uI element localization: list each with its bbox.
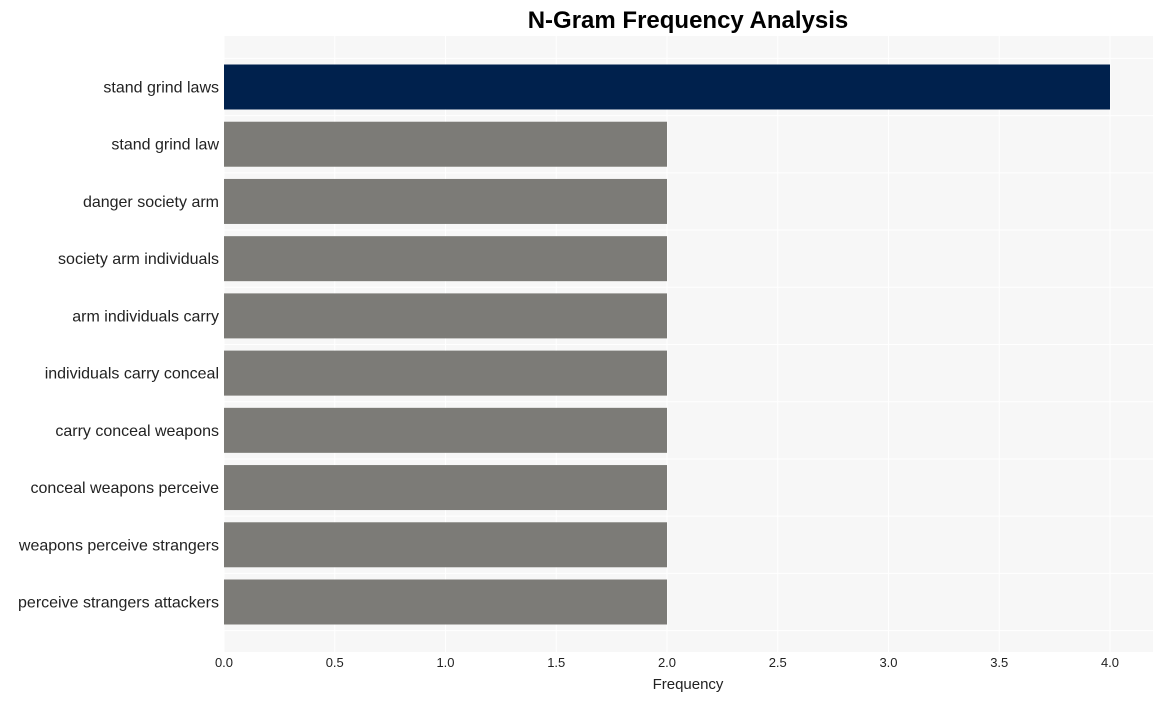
x-tick-label-4: 2.0 xyxy=(658,655,676,670)
x-tick-label-2: 1.0 xyxy=(436,655,454,670)
y-tick-label-8: weapons perceive strangers xyxy=(18,537,219,554)
y-tick-label-2: danger society arm xyxy=(83,194,219,211)
y-axis-labels: stand grind laws stand grind law danger so… xyxy=(18,80,220,612)
bar-7 xyxy=(224,465,667,511)
x-tick-label-5: 2.5 xyxy=(769,655,787,670)
x-tick-label-7: 3.5 xyxy=(990,655,1008,670)
x-axis-title: Frequency xyxy=(653,676,724,693)
bar-4 xyxy=(224,293,667,339)
y-tick-label-9: perceive strangers attackers xyxy=(18,595,219,612)
y-tick-label-3: society arm individuals xyxy=(58,251,219,268)
y-tick-label-6: carry conceal weapons xyxy=(55,423,219,440)
y-tick-label-5: individuals carry conceal xyxy=(45,366,219,383)
y-tick-label-7: conceal weapons perceive xyxy=(30,480,219,497)
bar-8 xyxy=(224,522,667,568)
y-tick-label-0: stand grind laws xyxy=(103,80,219,97)
x-tick-label-6: 3.0 xyxy=(879,655,897,670)
bar-0 xyxy=(224,64,1110,110)
x-tick-label-8: 4.0 xyxy=(1101,655,1119,670)
bar-2 xyxy=(224,178,667,224)
bar-6 xyxy=(224,407,667,453)
bar-3 xyxy=(224,236,667,282)
x-tick-label-0: 0.0 xyxy=(215,655,233,670)
bar-9 xyxy=(224,579,667,625)
chart-title: N-Gram Frequency Analysis xyxy=(528,7,849,34)
y-tick-label-4: arm individuals carry xyxy=(72,308,219,325)
bar-5 xyxy=(224,350,667,396)
y-tick-label-1: stand grind law xyxy=(111,137,219,154)
bar-1 xyxy=(224,121,667,167)
x-tick-label-1: 0.5 xyxy=(326,655,344,670)
x-tick-label-3: 1.5 xyxy=(547,655,565,670)
chart: stand grind laws stand grind law danger so… xyxy=(18,7,1153,693)
x-axis-ticks: 0.0 0.5 1.0 1.5 2.0 2.5 3.0 3.5 4.0 xyxy=(215,655,1119,670)
